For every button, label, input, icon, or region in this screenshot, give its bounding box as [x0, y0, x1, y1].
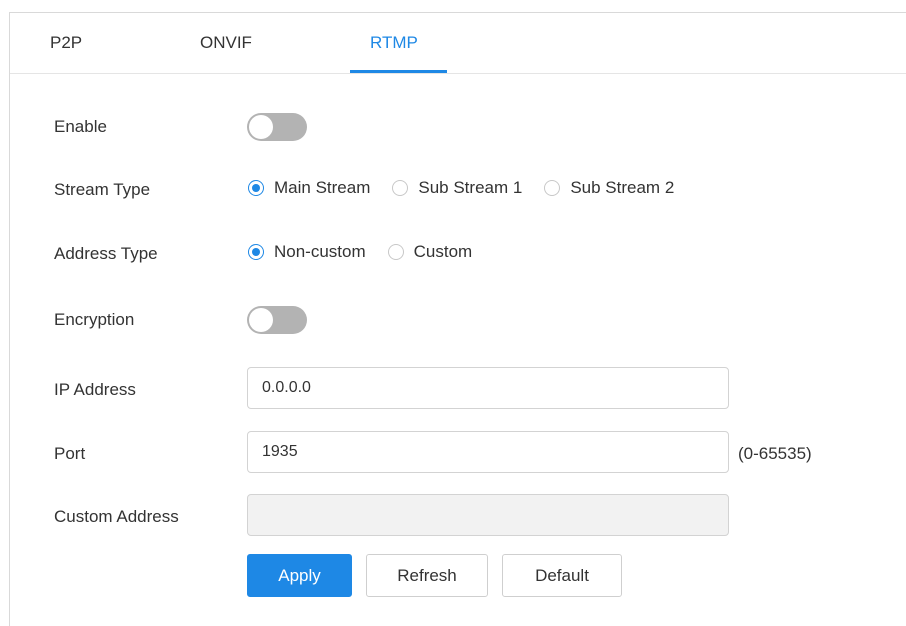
port-range-hint: (0-65535) [738, 444, 812, 463]
custom-address-input [247, 494, 729, 536]
radio-sub-stream-1[interactable]: Sub Stream 1 [392, 178, 522, 198]
enable-toggle[interactable] [247, 113, 307, 141]
address-type-label: Address Type [54, 244, 158, 263]
address-type-radio-group: Non-custom Custom [248, 242, 494, 262]
enable-label: Enable [54, 117, 107, 136]
refresh-button[interactable]: Refresh [366, 554, 488, 597]
radio-main-stream[interactable]: Main Stream [248, 178, 370, 198]
active-tab-indicator [350, 70, 447, 73]
radio-indicator [544, 180, 561, 196]
encryption-label: Encryption [54, 310, 135, 329]
default-button[interactable]: Default [502, 554, 622, 597]
stream-type-label: Stream Type [54, 180, 151, 199]
tab-onvif[interactable]: ONVIF [200, 33, 252, 53]
radio-label: Non-custom [274, 242, 366, 261]
ip-address-label: IP Address [54, 380, 136, 399]
custom-address-label: Custom Address [54, 507, 179, 526]
radio-indicator [248, 244, 264, 260]
encryption-toggle[interactable] [247, 306, 307, 334]
toggle-knob [249, 308, 273, 332]
radio-label: Custom [413, 242, 473, 261]
ip-address-input[interactable] [247, 367, 729, 409]
radio-label: Sub Stream 2 [570, 178, 675, 197]
radio-non-custom[interactable]: Non-custom [248, 242, 366, 262]
apply-button[interactable]: Apply [247, 554, 352, 597]
radio-sub-stream-2[interactable]: Sub Stream 2 [544, 178, 674, 198]
radio-label: Sub Stream 1 [418, 178, 523, 197]
settings-panel: P2P ONVIF RTMP Enable Stream Type Main S… [9, 12, 906, 626]
radio-custom[interactable]: Custom [387, 242, 473, 262]
radio-label: Main Stream [274, 178, 371, 197]
port-input[interactable] [247, 431, 729, 473]
stream-type-radio-group: Main Stream Sub Stream 1 Sub Stream 2 [248, 178, 696, 198]
toggle-knob [249, 115, 273, 139]
port-label: Port [54, 444, 86, 463]
tab-bar: P2P ONVIF RTMP [10, 13, 906, 74]
tab-rtmp[interactable]: RTMP [370, 33, 418, 53]
radio-indicator [392, 180, 409, 196]
radio-indicator [387, 244, 404, 260]
radio-indicator [248, 180, 264, 196]
tab-p2p[interactable]: P2P [50, 33, 82, 53]
